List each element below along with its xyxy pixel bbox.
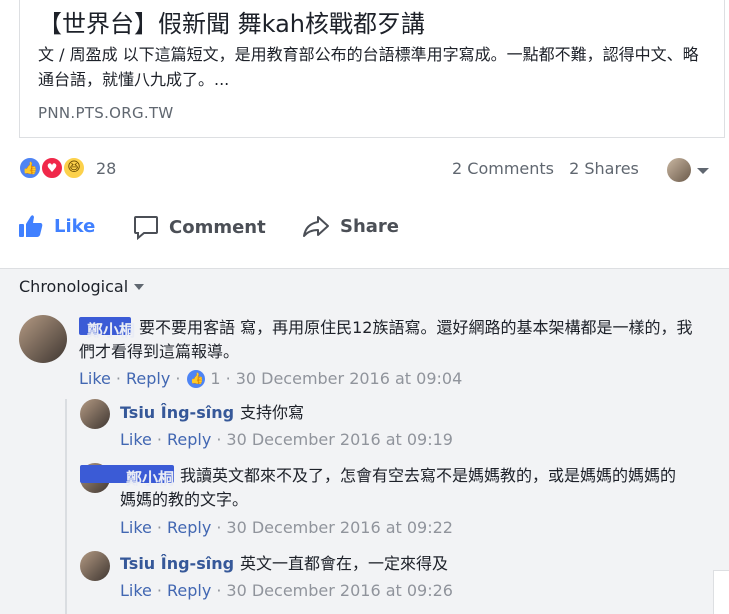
- scrollbar[interactable]: [713, 570, 729, 614]
- reply-thread-line: [65, 399, 67, 614]
- comment-text: 支持你寫: [240, 403, 305, 422]
- commenter-avatar[interactable]: [80, 551, 110, 581]
- commenter-avatar[interactable]: [19, 315, 67, 363]
- post-stats: 2 Comments 2 Shares: [452, 159, 649, 178]
- commenter-avatar[interactable]: [80, 399, 110, 429]
- comment-button[interactable]: Comment: [133, 214, 266, 240]
- comment-like-count[interactable]: 1: [210, 369, 220, 388]
- comment-text: 英文一直都會在，一定來得及: [240, 554, 449, 573]
- love-reaction-icon[interactable]: ♥: [40, 156, 64, 180]
- comment-sort-dropdown[interactable]: Chronological: [19, 277, 145, 296]
- haha-reaction-icon[interactable]: 😆: [62, 156, 86, 180]
- commenter-name[interactable]: Tsiu Îng-sîng: [120, 554, 234, 573]
- share-button[interactable]: Share: [302, 214, 399, 238]
- comment-meta: Like · Reply · 30 December 2016 at 09:22: [120, 518, 453, 537]
- comment-button-label: Comment: [169, 216, 266, 238]
- link-domain: PNN.PTS.ORG.TW: [38, 104, 174, 122]
- reaction-count[interactable]: 28: [96, 159, 116, 178]
- comments-section: Chronological 鄭小桐 要不要用客語 寫，再用原住民12族語寫。還好…: [0, 268, 729, 614]
- comments-count-link[interactable]: 2 Comments: [452, 159, 554, 178]
- comment-reply-link[interactable]: Reply: [167, 430, 211, 449]
- comment-meta: Like · Reply · 30 December 2016 at 09:26: [120, 581, 453, 600]
- viewer-avatar[interactable]: [667, 158, 691, 182]
- link-description: 文 / 周盈成 以下這篇短文，是用教育部公布的台語標準用字寫成。一點都不難，認得…: [38, 45, 699, 89]
- reactions-summary: 👍 ♥ 😆 28 2 Comments 2 Shares: [0, 152, 729, 186]
- like-reaction-icon[interactable]: 👍: [18, 156, 42, 180]
- share-button-label: Share: [340, 215, 400, 237]
- like-button-label: Like: [54, 215, 96, 237]
- commenter-name[interactable]: Tsiu Îng-sîng: [120, 403, 234, 422]
- thumbs-up-icon: [19, 215, 43, 237]
- chevron-down-icon: [134, 283, 145, 290]
- comment-reply-link[interactable]: Reply: [167, 518, 211, 537]
- comment-timestamp[interactable]: 30 December 2016 at 09:22: [226, 518, 453, 537]
- comment-reply-link[interactable]: Reply: [167, 581, 211, 600]
- comment-timestamp[interactable]: 30 December 2016 at 09:26: [226, 581, 453, 600]
- shares-count-link[interactable]: 2 Shares: [569, 159, 639, 178]
- comment-timestamp[interactable]: 30 December 2016 at 09:19: [226, 430, 453, 449]
- post-actions-bar: Like Comment Share: [0, 200, 729, 256]
- like-button[interactable]: Like: [18, 214, 95, 238]
- share-arrow-icon: [303, 216, 329, 237]
- comment-like-link[interactable]: Like: [120, 581, 152, 600]
- comment-text: 要不要用客語 寫，再用原住民12族語寫。還好網路的基本架構都是一樣的，我們才看得…: [79, 318, 693, 361]
- comment-bubble-icon: [134, 216, 158, 240]
- thumbs-up-icon: [187, 369, 206, 388]
- comment-meta: Like · Reply · 1 · 30 December 2016 at 0…: [79, 369, 462, 388]
- comment-meta: Like · Reply · 30 December 2016 at 09:19: [120, 430, 453, 449]
- comment-reply-link[interactable]: Reply: [126, 369, 170, 388]
- chevron-down-icon[interactable]: [697, 168, 709, 174]
- link-title[interactable]: 【世界台】假新聞 舞kah核戰都歹講: [38, 4, 425, 39]
- comment-like-link[interactable]: Like: [79, 369, 111, 388]
- comment-text: 我讀英文都來不及了，怎會有空去寫不是媽媽教的，或是媽媽的媽媽的媽媽的教的文字。: [120, 466, 677, 509]
- comment-like-link[interactable]: Like: [120, 430, 152, 449]
- comment-timestamp[interactable]: 30 December 2016 at 09:04: [236, 369, 463, 388]
- sort-label: Chronological: [19, 277, 129, 296]
- comment-like-link[interactable]: Like: [120, 518, 152, 537]
- link-preview-card[interactable]: 【世界台】假新聞 舞kah核戰都歹講 文 / 周盈成 以下這篇短文，是用教育部公…: [19, 0, 725, 138]
